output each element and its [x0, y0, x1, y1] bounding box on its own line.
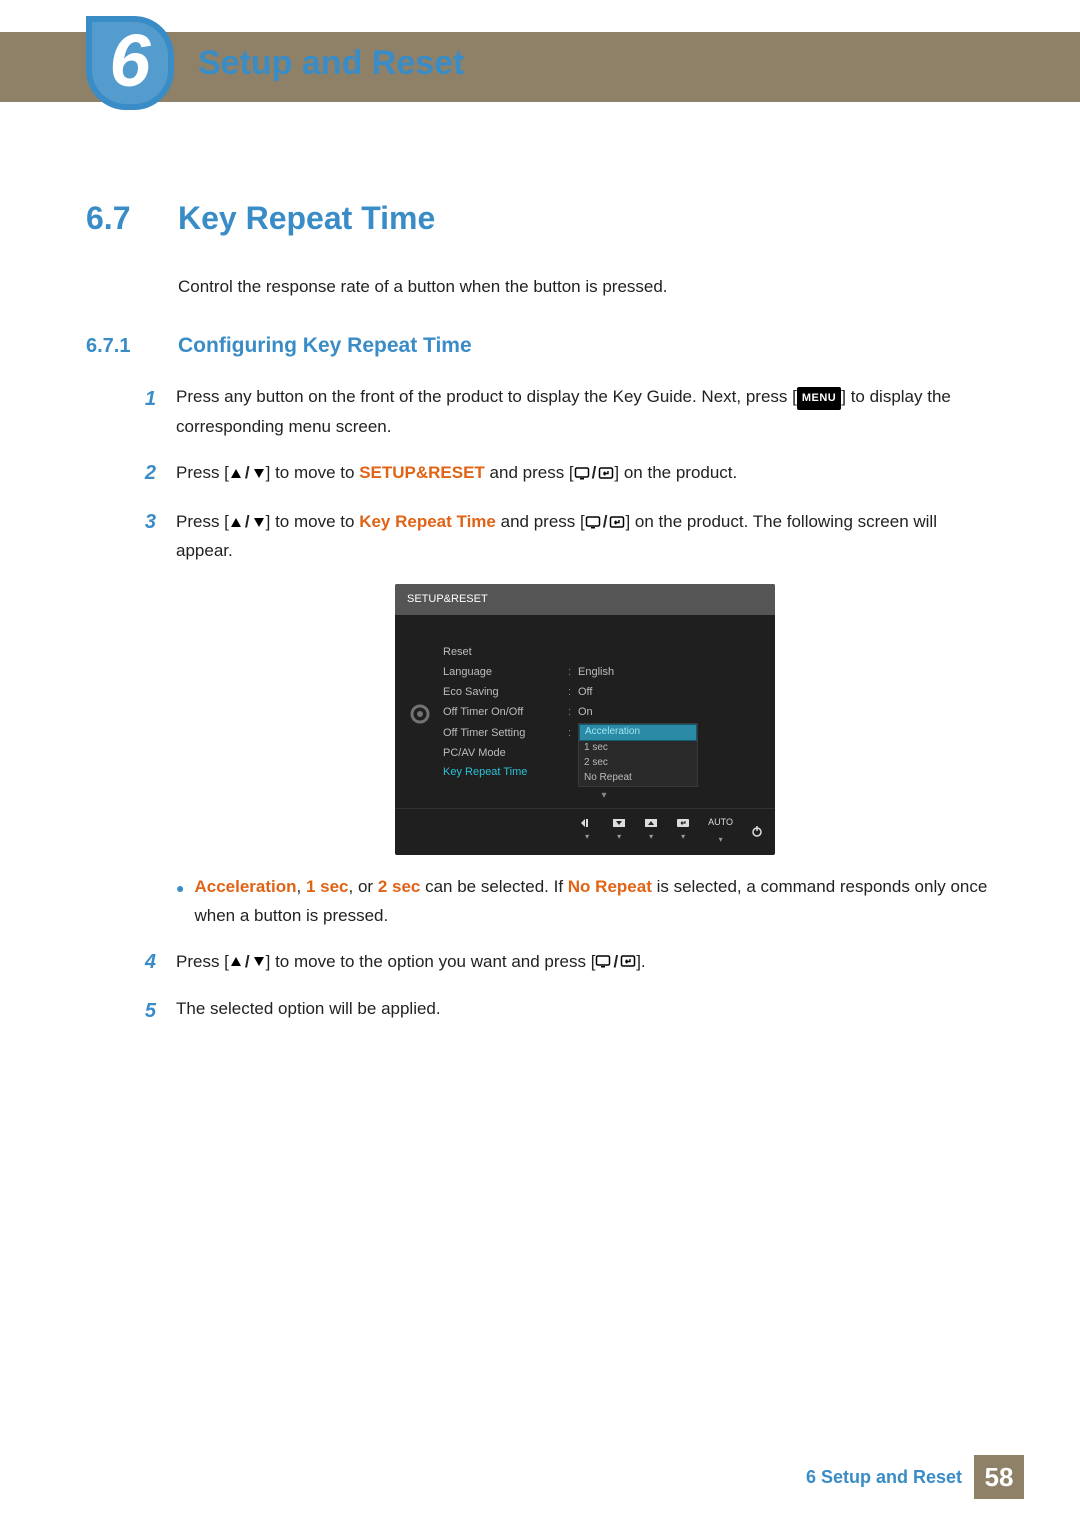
osd-screenshot: SETUP&RESET Reset Language:English Eco S… — [395, 584, 775, 855]
osd-footer: ▾ ▾ ▾ ▾ AUTO▾ — [395, 808, 775, 855]
footer-page-number: 58 — [974, 1455, 1024, 1499]
scroll-down-icon: ▾ — [443, 787, 765, 805]
osd-option: No Repeat — [579, 771, 697, 786]
osd-up-icon: ▾ — [644, 818, 658, 844]
step-4: 4 Press [/] to move to the option you wa… — [86, 945, 994, 980]
subsection-number: 6.7.1 — [86, 335, 160, 358]
step-number: 1 — [86, 382, 160, 442]
osd-back-icon: ▾ — [580, 818, 594, 844]
step-2: 2 Press [/] to move to SETUP&RESET and p… — [86, 456, 994, 491]
osd-header: SETUP&RESET — [395, 584, 775, 615]
step-5: 5 The selected option will be applied. — [86, 994, 994, 1029]
osd-power-icon — [751, 825, 763, 837]
steps-list: 1 Press any button on the front of the p… — [86, 382, 994, 1028]
up-down-icon: / — [229, 507, 266, 537]
monitor-enter-icon: / — [574, 458, 615, 488]
section-number: 6.7 — [86, 200, 160, 237]
monitor-enter-icon: / — [585, 507, 626, 537]
osd-enter-icon: ▾ — [676, 818, 690, 844]
subsection-title: Configuring Key Repeat Time — [178, 334, 472, 358]
osd-dropdown: Acceleration 1 sec 2 sec No Repeat — [578, 723, 698, 787]
step-number: 3 — [86, 505, 160, 931]
osd-option: 2 sec — [579, 756, 697, 771]
osd-option-selected: Acceleration — [579, 724, 697, 741]
osd-row-language: Language — [443, 663, 568, 682]
hl-keyrepeattime: Key Repeat Time — [359, 512, 496, 531]
step-number: 2 — [86, 456, 160, 491]
step-number: 4 — [86, 945, 160, 980]
menu-badge-icon: MENU — [797, 387, 841, 410]
page-footer: 6 Setup and Reset 58 — [806, 1455, 1024, 1499]
step-number: 5 — [86, 994, 160, 1029]
osd-row-pcav: PC/AV Mode — [443, 743, 568, 763]
osd-side-icon — [405, 623, 435, 804]
osd-option: 1 sec — [579, 741, 697, 756]
up-down-icon: / — [229, 458, 266, 488]
osd-down-icon: ▾ — [612, 818, 626, 844]
osd-row-krt: Key Repeat Time — [443, 763, 568, 782]
osd-row-offtimer: Off Timer On/Off — [443, 703, 568, 722]
step-1: 1 Press any button on the front of the p… — [86, 382, 994, 442]
osd-auto-label: AUTO▾ — [708, 815, 733, 847]
chapter-badge: 6 — [86, 16, 174, 110]
hl-setupreset: SETUP&RESET — [359, 463, 485, 482]
chapter-title: Setup and Reset — [198, 44, 464, 83]
osd-row-reset: Reset — [443, 643, 568, 662]
osd-row-offtimersetting: Off Timer Setting — [443, 723, 568, 743]
osd-row-eco: Eco Saving — [443, 683, 568, 702]
monitor-enter-icon: / — [595, 947, 636, 977]
bullet-dot-icon: ● — [176, 877, 184, 935]
section-intro: Control the response rate of a button wh… — [178, 273, 994, 300]
up-down-icon: / — [229, 947, 266, 977]
chapter-number: 6 — [109, 24, 150, 98]
footer-chapter: 6 Setup and Reset — [806, 1467, 962, 1488]
bullet-item: ● Acceleration, 1 sec, or 2 sec can be s… — [176, 873, 994, 931]
section-title: Key Repeat Time — [178, 200, 435, 237]
step-3: 3 Press [/] to move to Key Repeat Time a… — [86, 505, 994, 931]
